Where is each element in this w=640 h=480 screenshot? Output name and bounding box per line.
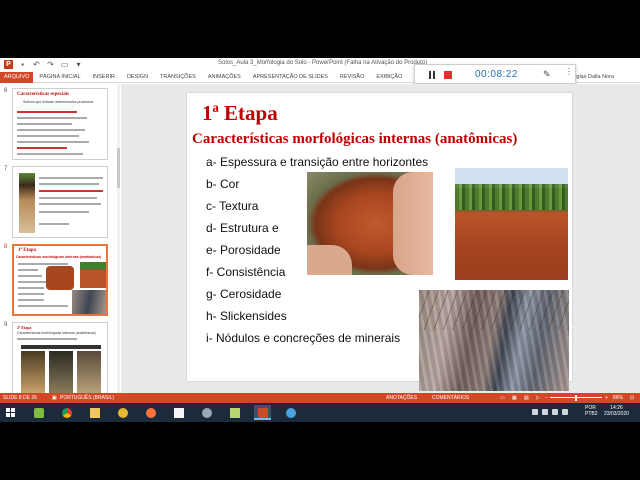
customize-toolbar-icon[interactable]: ▾: [74, 60, 83, 69]
thumbnail-subtitle: Características morfológicas internas (a…: [17, 331, 96, 335]
thumbnail-number: 6: [4, 88, 8, 94]
firefox-icon[interactable]: [142, 405, 159, 420]
image-viewer-icon[interactable]: [226, 405, 243, 420]
tray-app-icon[interactable]: [542, 409, 548, 415]
thumbnail-scrollbar[interactable]: [117, 84, 120, 393]
tray-arrow-icon[interactable]: [532, 409, 538, 415]
bluestacks-icon[interactable]: [30, 405, 47, 420]
pen-icon[interactable]: ✎: [543, 69, 551, 80]
tab-file[interactable]: ARQUIVO: [0, 72, 34, 83]
tab-insert[interactable]: INSERIR: [87, 72, 121, 83]
slide-counter: SLIDE 8 DE 26: [3, 395, 37, 401]
stop-icon[interactable]: [444, 71, 452, 79]
tab-home[interactable]: PÁGINA INICIAL: [33, 72, 86, 83]
proofing-icon[interactable]: ▣: [52, 393, 57, 403]
clock[interactable]: 14:26 23/03/2020: [604, 405, 629, 417]
fit-slide-icon[interactable]: ⊡: [630, 393, 634, 403]
tab-transitions[interactable]: TRANSIÇÕES: [154, 72, 202, 83]
list-item: i- Nódulos e concreções de minerais: [206, 331, 401, 345]
current-slide[interactable]: 1ª Etapa Características morfológicas in…: [187, 93, 572, 391]
thumbnail-title: 1ª Etapa: [18, 248, 37, 253]
clock-date: 23/03/2020: [604, 411, 630, 417]
thumbnail-scrollbar-thumb[interactable]: [117, 148, 120, 188]
powerpoint-logo-icon: P: [4, 60, 13, 69]
input-language[interactable]: POR PTB2: [585, 405, 598, 417]
slide-thumbnail-8[interactable]: 1ª Etapa Características morfológicas in…: [12, 244, 108, 316]
zoom-level[interactable]: 86%: [613, 393, 623, 403]
undo-icon[interactable]: ↶: [32, 60, 41, 69]
slide-editing-area: 1ª Etapa Características morfológicas in…: [121, 84, 640, 393]
tab-review[interactable]: REVISÃO: [334, 72, 370, 83]
screen: P ▪ ↶ ↷ ▭ ▾ Solos_Aula 3_Morfologia do S…: [0, 58, 640, 422]
notes-button[interactable]: ANOTAÇÕES: [386, 393, 417, 403]
taskbar: POR PTB2 14:26 23/03/2020: [0, 403, 640, 422]
volume-icon[interactable]: [562, 409, 568, 415]
powerpoint-icon[interactable]: [254, 405, 271, 420]
thumbnail-subtitle: Sufixos que indicam determinados process…: [23, 100, 94, 104]
more-options-icon[interactable]: ⋮: [565, 67, 573, 76]
list-item: g- Cerosidade: [206, 287, 282, 301]
thumbnail-number: 8: [4, 244, 8, 250]
comments-button[interactable]: COMENTÁRIOS: [432, 393, 469, 403]
zoom-slider-handle[interactable]: [575, 395, 577, 401]
tab-slideshow[interactable]: APRESENTAÇÃO DE SLIDES: [247, 72, 334, 83]
tab-view[interactable]: EXIBIÇÃO: [370, 72, 408, 83]
language-indicator[interactable]: PORTUGUÊS (BRASIL): [60, 393, 114, 403]
reading-view-icon[interactable]: ▤: [524, 393, 529, 403]
soil-clod-photo[interactable]: [307, 172, 433, 275]
thumbnail-title: Características especiais: [17, 92, 70, 97]
slide-sorter-icon[interactable]: ▦: [512, 393, 517, 403]
thumbnail-subtitle: Características morfológicas internas (a…: [16, 255, 102, 259]
start-icon[interactable]: [2, 405, 19, 420]
zoom-out-icon[interactable]: −: [545, 393, 548, 403]
input-language-bottom: PTB2: [585, 411, 598, 417]
normal-view-icon[interactable]: ▭: [500, 393, 505, 403]
network-icon[interactable]: [198, 405, 215, 420]
thumbnail-number: 9: [4, 322, 8, 328]
slideshow-view-icon[interactable]: ▷: [536, 393, 540, 403]
list-item: h- Slickensides: [206, 309, 287, 323]
pause-icon[interactable]: [427, 70, 437, 80]
network-tray-icon[interactable]: [552, 409, 558, 415]
thumbnail-title: 2ª Etapa: [17, 325, 32, 330]
thumbnail-number: 7: [4, 166, 8, 172]
save-icon[interactable]: ▪: [18, 60, 27, 69]
slide-thumbnail-9[interactable]: 2ª Etapa Características morfológicas in…: [12, 322, 108, 393]
list-item: a- Espessura e transição entre horizonte…: [206, 155, 429, 169]
ribbon-tabs: ARQUIVO PÁGINA INICIAL INSERIR DESIGN TR…: [0, 72, 408, 83]
screen-recorder-icon[interactable]: [282, 405, 299, 420]
slide-title[interactable]: 1ª Etapa: [202, 101, 278, 126]
quick-access-toolbar: P ▪ ↶ ↷ ▭ ▾: [4, 60, 83, 69]
tab-animations[interactable]: ANIMAÇÕES: [202, 72, 247, 83]
slide-subtitle[interactable]: Características morfológicas internas (a…: [192, 131, 517, 148]
soil-profile-photo[interactable]: [419, 290, 569, 391]
chrome-icon[interactable]: [58, 405, 75, 420]
window-title: Solos_Aula 3_Morfologia do Solo - PowerP…: [218, 60, 428, 66]
file-explorer-icon[interactable]: [86, 405, 103, 420]
redo-icon[interactable]: ↷: [46, 60, 55, 69]
zoom-in-icon[interactable]: +: [605, 393, 608, 403]
soil-field-photo[interactable]: [455, 168, 568, 280]
document-icon[interactable]: [170, 405, 187, 420]
status-bar: SLIDE 8 DE 26 ▣ PORTUGUÊS (BRASIL) ANOTA…: [0, 393, 640, 403]
slide-thumbnail-pane: 6 Características especiais Sufixos que …: [0, 84, 120, 393]
paint-icon[interactable]: [114, 405, 131, 420]
recording-timer: 00:08:22: [475, 69, 518, 80]
slide-thumbnail-6[interactable]: Características especiais Sufixos que in…: [12, 88, 108, 160]
slide-thumbnail-7[interactable]: [12, 166, 108, 238]
tab-design[interactable]: DESIGN: [121, 72, 154, 83]
screen-recorder-panel: 00:08:22 ✎ ⋮: [414, 64, 576, 84]
start-presentation-icon[interactable]: ▭: [60, 60, 69, 69]
